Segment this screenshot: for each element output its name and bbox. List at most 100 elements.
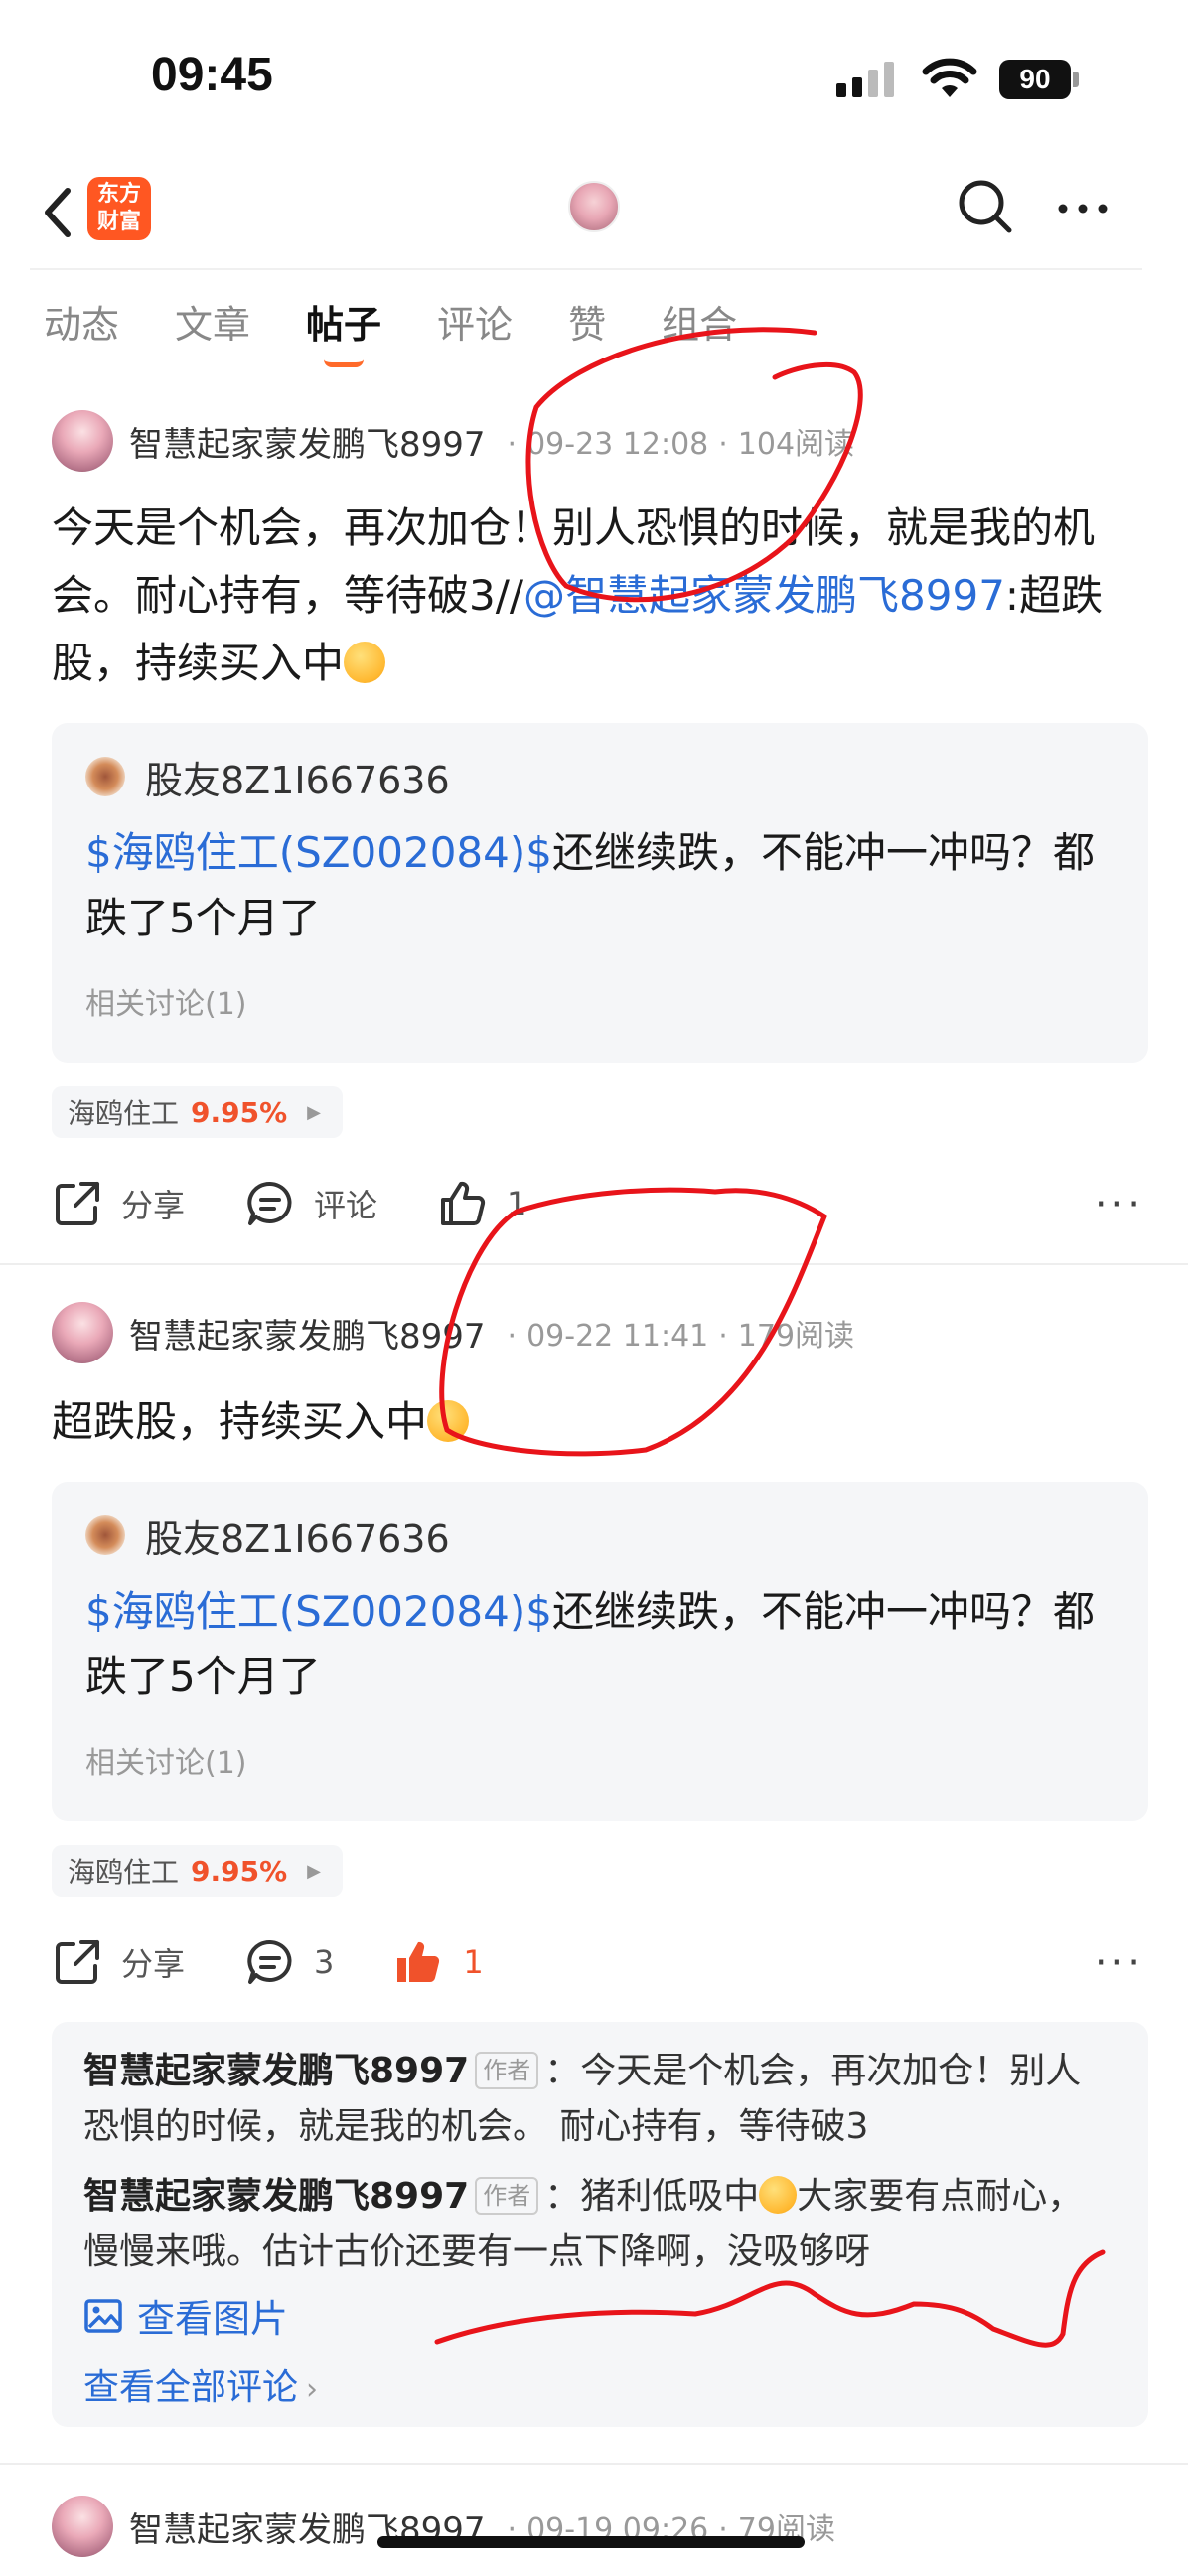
app-logo: 东方 财富 bbox=[87, 177, 151, 240]
tab-label: 赞 bbox=[568, 303, 607, 347]
author-avatar[interactable] bbox=[52, 2496, 113, 2557]
post-more-icon[interactable]: ··· bbox=[1095, 1182, 1144, 1227]
post-date: 09-22 11:41 bbox=[526, 1319, 709, 1354]
stock-tag[interactable]: 海鸥住工 9.95% ▶ bbox=[52, 1086, 343, 1138]
smile-emoji-icon bbox=[344, 642, 386, 683]
tab-label: 文章 bbox=[175, 303, 251, 347]
quote-user-name[interactable]: 股友8Z1I667636 bbox=[145, 1508, 450, 1563]
post-meta: · 09-22 11:41 · 179阅读 bbox=[507, 1319, 855, 1354]
quote-text: $海鸥住工(SZ002084)$还继续跌，不能冲一冲吗？都跌了5个月了 bbox=[85, 820, 1114, 951]
post-body[interactable]: 超跌股，持续买入中 bbox=[52, 1388, 1144, 1456]
tab-label: 组合 bbox=[662, 303, 738, 347]
comment-button[interactable]: 评论 bbox=[244, 1178, 377, 1229]
tab-articles[interactable]: 文章 bbox=[175, 294, 250, 354]
comment-bubble-icon bbox=[247, 1939, 292, 1984]
like-button[interactable]: 1 bbox=[437, 1178, 526, 1229]
author-name[interactable]: 智慧起家蒙发鹏飞8997 bbox=[129, 1309, 486, 1358]
stock-link[interactable]: $海鸥住工(SZ002084)$ bbox=[85, 828, 552, 877]
comment-preview-box: 智慧起家蒙发鹏飞8997 作者 ：今天是个机会，再次加仓！别人恐惧的时候，就是我的机… bbox=[52, 2022, 1148, 2427]
tab-posts[interactable]: 帖子 bbox=[306, 294, 382, 367]
share-button[interactable]: 分享 bbox=[52, 1936, 185, 1988]
quote-user-name[interactable]: 股友8Z1I667636 bbox=[145, 750, 450, 804]
comment-item[interactable]: 智慧起家蒙发鹏飞8997 作者 ：猪利低吸中 大家要有点耐心，慢慢来哦。估计古价还要有… bbox=[83, 2169, 1116, 2280]
like-button[interactable]: 1 bbox=[393, 1936, 484, 1988]
post-reads: 104阅读 bbox=[737, 427, 855, 462]
share-icon bbox=[56, 1940, 99, 1984]
triangle-right-icon: ▶ bbox=[307, 1101, 321, 1123]
comment-button[interactable]: 3 bbox=[244, 1936, 334, 1988]
battery-level: 90 bbox=[999, 60, 1071, 99]
tab-dynamic[interactable]: 动态 bbox=[44, 294, 119, 354]
chevron-right-icon: › bbox=[306, 2372, 319, 2407]
stock-link[interactable]: $海鸥住工(SZ002084)$ bbox=[85, 1587, 552, 1636]
view-image-label: 查看图片 bbox=[137, 2297, 289, 2341]
quote-text: $海鸥住工(SZ002084)$还继续跌，不能冲一冲吗？都跌了5个月了 bbox=[85, 1579, 1114, 1710]
stock-tag[interactable]: 海鸥住工 9.95% ▶ bbox=[52, 1845, 343, 1897]
logo-line-2: 财富 bbox=[96, 210, 141, 234]
comment-item[interactable]: 智慧起家蒙发鹏飞8997 作者 ：今天是个机会，再次加仓！别人恐惧的时候，就是我的机… bbox=[83, 2044, 1116, 2155]
post-header: 智慧起家蒙发鹏飞8997 · 09-22 11:41 · 179阅读 bbox=[52, 1301, 854, 1364]
thumbs-up-filled-icon bbox=[397, 1941, 440, 1983]
user-avatar[interactable] bbox=[568, 181, 620, 232]
share-label: 分享 bbox=[121, 1187, 186, 1224]
author-badge: 作者 bbox=[475, 2177, 539, 2215]
like-count: 1 bbox=[507, 1185, 527, 1222]
cellular-signal-icon bbox=[836, 62, 894, 97]
post-date: 09-23 12:08 bbox=[526, 427, 709, 462]
author-avatar[interactable] bbox=[52, 1302, 113, 1363]
search-icon[interactable] bbox=[956, 177, 1015, 236]
related-discussion-link[interactable]: 相关讨论(1) bbox=[85, 1738, 1114, 1782]
post-header: 智慧起家蒙发鹏飞8997 · 09-19 09:26 · 79阅读 bbox=[52, 2495, 835, 2558]
post-body[interactable]: 今天是个机会，再次加仓！别人恐惧的时候，就是我的机会。耐心持有，等待破3//@智… bbox=[52, 495, 1144, 697]
active-tab-indicator bbox=[324, 359, 365, 367]
tab-portfolio[interactable]: 组合 bbox=[662, 294, 737, 354]
home-indicator[interactable] bbox=[377, 2536, 805, 2548]
image-icon bbox=[84, 2298, 122, 2333]
comment-bubble-icon bbox=[247, 1181, 292, 1225]
related-discussion-link[interactable]: 相关讨论(1) bbox=[85, 979, 1114, 1023]
author-avatar[interactable] bbox=[52, 410, 113, 472]
post-meta: · 09-23 12:08 · 104阅读 bbox=[507, 427, 855, 462]
back-chevron-icon[interactable] bbox=[36, 183, 85, 242]
tab-likes[interactable]: 赞 bbox=[568, 294, 606, 354]
author-name[interactable]: 智慧起家蒙发鹏飞8997 bbox=[129, 417, 486, 466]
wifi-icon bbox=[922, 58, 977, 97]
status-time: 09:45 bbox=[151, 49, 273, 101]
post-divider bbox=[0, 1263, 1188, 1265]
post-text: 超跌股，持续买入中 bbox=[52, 1397, 428, 1446]
smile-emoji-icon bbox=[427, 1400, 470, 1442]
tab-label: 动态 bbox=[44, 303, 120, 347]
like-count: 1 bbox=[463, 1943, 484, 1981]
share-button[interactable]: 分享 bbox=[52, 1178, 185, 1229]
tab-label: 帖子 bbox=[306, 303, 382, 347]
comment-author[interactable]: 智慧起家蒙发鹏飞8997 bbox=[83, 2176, 469, 2217]
user-mention-link[interactable]: @智慧起家蒙发鹏飞8997 bbox=[523, 571, 1005, 620]
stock-change: 9.95% bbox=[191, 1854, 288, 1888]
post-reads: 179阅读 bbox=[737, 1319, 855, 1354]
post-more-icon[interactable]: ··· bbox=[1095, 1940, 1144, 1986]
view-image-link[interactable]: 查看图片 bbox=[83, 2288, 1116, 2343]
comment-count: 3 bbox=[314, 1943, 335, 1981]
author-badge: 作者 bbox=[475, 2052, 539, 2089]
post-header: 智慧起家蒙发鹏飞8997 · 09-23 12:08 · 104阅读 bbox=[52, 409, 854, 473]
quote-user-avatar bbox=[85, 1515, 125, 1555]
triangle-right-icon: ▶ bbox=[307, 1860, 321, 1882]
nav-divider bbox=[30, 268, 1142, 270]
more-horizontal-icon[interactable] bbox=[1053, 189, 1113, 228]
comment-label: 评论 bbox=[314, 1187, 378, 1224]
view-all-comments-link[interactable]: 查看全部评论 › bbox=[83, 2359, 1116, 2410]
profile-tabs: 动态 文章 帖子 评论 赞 组合 bbox=[44, 294, 793, 367]
comment-author[interactable]: 智慧起家蒙发鹏飞8997 bbox=[83, 2051, 469, 2091]
battery-icon: 90 bbox=[999, 60, 1079, 99]
post-divider bbox=[0, 2463, 1188, 2465]
tab-comments[interactable]: 评论 bbox=[437, 294, 513, 354]
quote-user-avatar bbox=[85, 757, 125, 796]
status-bar: 09:45 90 bbox=[0, 0, 1188, 159]
view-all-label: 查看全部评论 bbox=[83, 2367, 299, 2408]
share-icon bbox=[56, 1182, 99, 1225]
quoted-post-card[interactable]: 股友8Z1I667636 $海鸥住工(SZ002084)$还继续跌，不能冲一冲吗… bbox=[52, 1482, 1148, 1821]
share-label: 分享 bbox=[121, 1945, 186, 1983]
stock-change: 9.95% bbox=[191, 1095, 288, 1129]
quoted-post-card[interactable]: 股友8Z1I667636 $海鸥住工(SZ002084)$还继续跌，不能冲一冲吗… bbox=[52, 723, 1148, 1063]
thumbs-up-icon bbox=[441, 1181, 486, 1225]
